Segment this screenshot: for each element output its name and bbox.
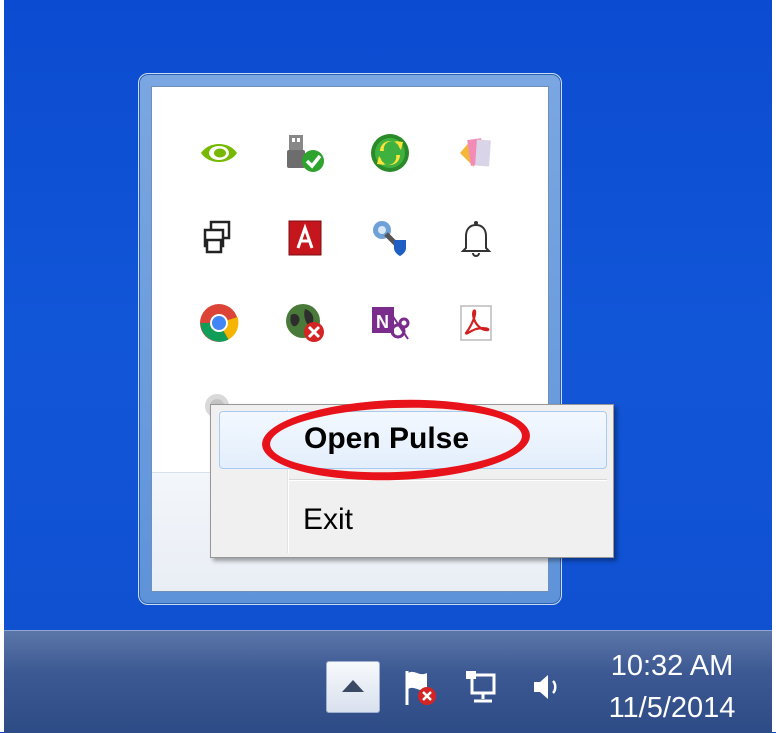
clock-date: 11/5/2014 <box>608 692 736 724</box>
sync-icon[interactable] <box>368 131 412 175</box>
nvidia-icon[interactable] <box>197 131 241 175</box>
clock-time: 10:32 AM <box>610 650 734 682</box>
exit-menu-item[interactable]: Exit <box>219 497 607 545</box>
security-shield-icon[interactable] <box>368 216 412 260</box>
adobe-icon[interactable] <box>283 216 327 260</box>
volume-icon[interactable] <box>526 667 566 707</box>
menu-separator <box>289 479 607 481</box>
svg-text:N: N <box>376 312 389 332</box>
chrome-icon[interactable] <box>197 301 241 345</box>
chevron-up-icon <box>342 680 364 692</box>
taskbar: 10:32 AM 11/5/2014 <box>4 630 772 733</box>
system-clock[interactable]: 10:32 AM 11/5/2014 <box>592 645 752 729</box>
exit-label: Exit <box>303 503 354 536</box>
usb-safely-remove-icon[interactable] <box>283 131 327 175</box>
acrobat-icon[interactable] <box>454 301 498 345</box>
color-sticky-icon[interactable] <box>454 131 498 175</box>
onenote-clip-icon[interactable]: N <box>368 301 412 345</box>
windows-display-icon[interactable] <box>197 216 241 260</box>
network-icon[interactable] <box>462 667 502 707</box>
show-hidden-icons-button[interactable] <box>326 661 380 713</box>
notification-bell-icon[interactable] <box>454 216 498 260</box>
network-disconnected-globe-icon[interactable] <box>283 301 327 345</box>
action-center-flag-icon[interactable] <box>399 667 439 707</box>
